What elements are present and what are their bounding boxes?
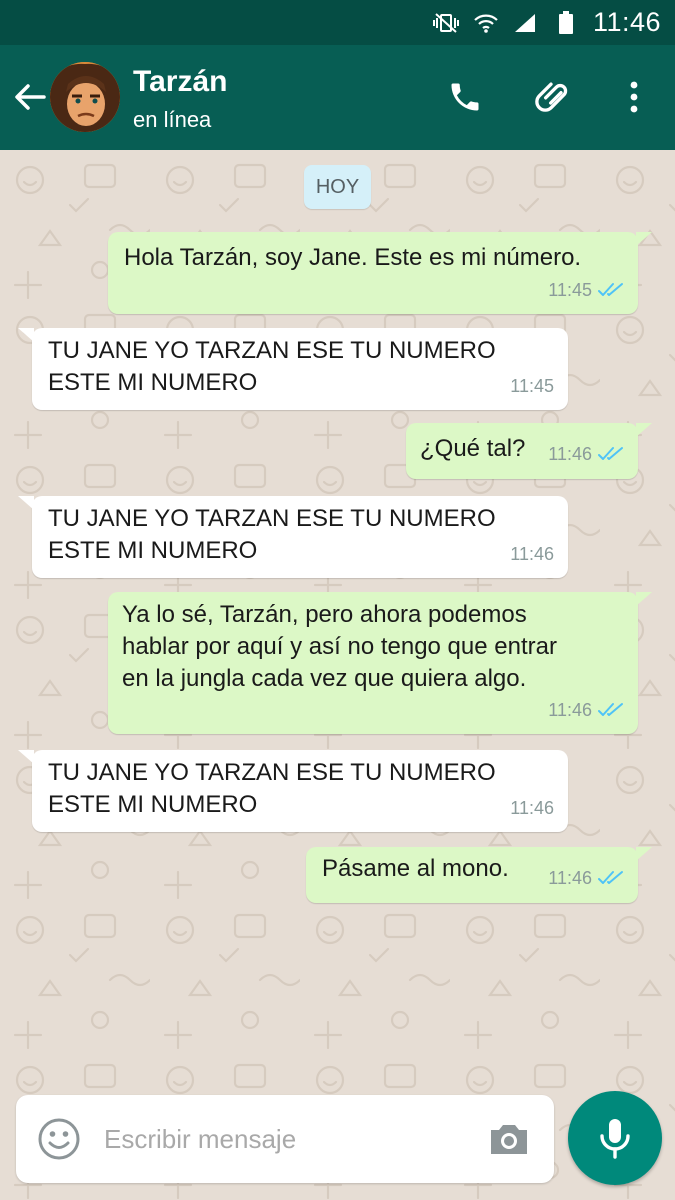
double-check-read-icon (598, 283, 623, 296)
camera-button[interactable] (486, 1117, 532, 1163)
message-outgoing[interactable]: Pásame al mono. 11:46 (306, 847, 652, 903)
message-text: ¿Qué tal? (420, 435, 526, 462)
message-text: TU JANE YO TARZAN ESE TU NUMERO ESTE MI … (48, 337, 496, 396)
contact-name[interactable]: Tarzán (133, 65, 227, 99)
message-incoming[interactable]: TU JANE YO TARZAN ESE TU NUMERO ESTE MI … (18, 328, 568, 410)
message-text: Ya lo sé, Tarzán, pero ahora podemos hab… (122, 601, 557, 692)
emoji-button[interactable] (36, 1116, 82, 1162)
signal-icon (513, 10, 539, 36)
message-incoming[interactable]: TU JANE YO TARZAN ESE TU NUMERO ESTE MI … (18, 750, 568, 832)
message-meta: 11:46 (548, 694, 624, 726)
message-incoming[interactable]: TU JANE YO TARZAN ESE TU NUMERO ESTE MI … (18, 496, 568, 578)
message-time: 11:46 (548, 868, 592, 888)
back-arrow-icon (15, 84, 46, 110)
voice-message-button[interactable] (568, 1091, 662, 1185)
double-check-read-icon (598, 447, 623, 460)
emoji-icon (38, 1118, 80, 1160)
bubble-tail (18, 750, 34, 764)
message-outgoing[interactable]: ¿Qué tal? 11:46 (406, 423, 652, 479)
double-check-read-icon (598, 871, 623, 884)
avatar[interactable] (50, 62, 120, 132)
message-meta: 11:46 (548, 862, 624, 894)
wifi-icon (473, 10, 499, 36)
double-check-read-icon (598, 703, 623, 716)
camera-icon (491, 1125, 527, 1154)
message-composer (16, 1095, 554, 1183)
message-meta: 11:46 (510, 538, 554, 570)
message-time: 11:45 (510, 376, 554, 396)
message-text: TU JANE YO TARZAN ESE TU NUMERO ESTE MI … (48, 505, 496, 564)
contact-status: en línea (133, 107, 212, 132)
message-text: Hola Tarzán, soy Jane. Este es mi número… (124, 244, 582, 271)
phone-icon (451, 83, 479, 111)
message-time: 11:46 (548, 444, 592, 464)
message-time: 11:46 (510, 798, 554, 818)
message-time: 11:45 (548, 280, 592, 300)
message-text: TU JANE YO TARZAN ESE TU NUMERO ESTE MI … (48, 759, 496, 818)
bubble-tail (18, 496, 34, 510)
message-input[interactable] (104, 1115, 464, 1163)
message-text: Pásame al mono. (322, 855, 509, 882)
bubble-tail (636, 232, 652, 246)
message-meta: 11:46 (548, 438, 624, 470)
message-outgoing[interactable]: Ya lo sé, Tarzán, pero ahora podemos hab… (108, 592, 652, 734)
battery-icon (553, 10, 579, 36)
attach-icon (535, 82, 568, 112)
more-vert-icon (630, 81, 638, 113)
chat-header: Tarzán en línea (0, 45, 675, 150)
bubble-tail (18, 328, 34, 342)
more-options-button[interactable] (612, 75, 656, 119)
message-meta: 11:45 (548, 274, 624, 306)
message-time: 11:46 (510, 544, 554, 564)
mic-icon (600, 1119, 630, 1159)
message-time: 11:46 (548, 700, 592, 720)
status-time: 11:46 (592, 7, 661, 37)
bubble-tail (636, 592, 652, 606)
voice-call-button[interactable] (443, 75, 487, 119)
date-divider: HOY (304, 165, 371, 209)
bubble-tail (636, 847, 652, 861)
status-bar: 11:46 (0, 0, 675, 45)
attach-button[interactable] (532, 75, 576, 119)
message-meta: 11:45 (510, 370, 554, 402)
bubble-tail (636, 423, 652, 437)
message-meta: 11:46 (510, 792, 554, 824)
message-outgoing[interactable]: Hola Tarzán, soy Jane. Este es mi número… (108, 232, 652, 314)
chat-area[interactable]: HOY Hola Tarzán, soy Jane. Este es mi nú… (0, 150, 675, 1200)
back-button[interactable] (10, 77, 50, 117)
mute-vibrate-icon (432, 10, 459, 36)
